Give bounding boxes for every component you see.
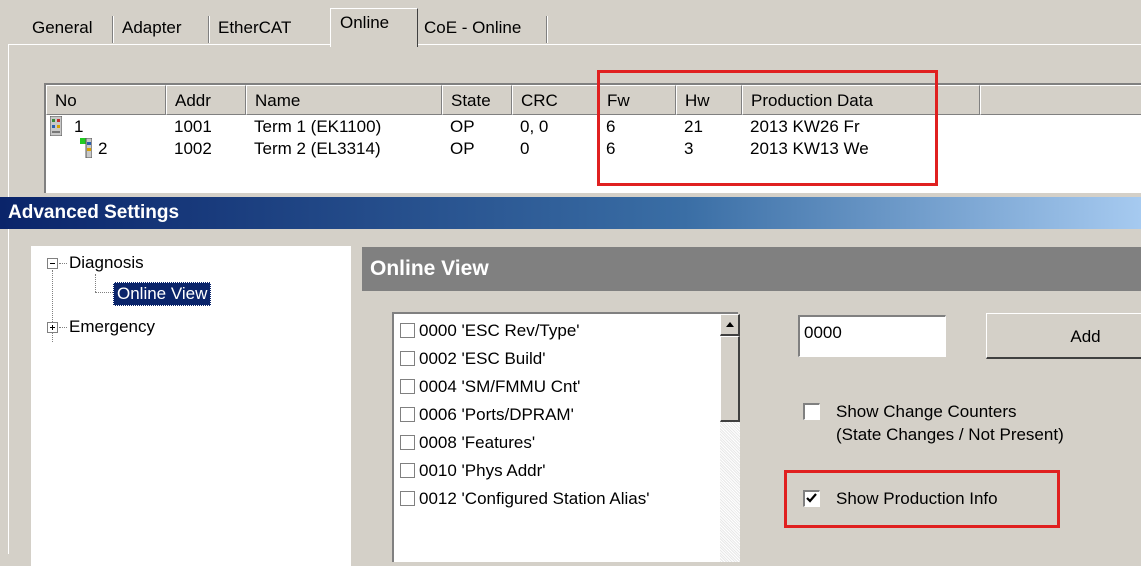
scroll-up-button[interactable] — [720, 314, 740, 336]
add-button[interactable]: Add — [986, 313, 1141, 359]
row-crc[interactable]: 0, 0 — [520, 116, 548, 138]
list-item[interactable]: 0012 'Configured Station Alias' — [400, 485, 649, 513]
coupler-icon — [49, 115, 66, 138]
highlight-production-columns — [597, 70, 938, 186]
show-change-counters-label: Show Change Counters (State Changes / No… — [836, 400, 1064, 446]
add-button-label: Add — [1070, 327, 1101, 346]
address-input[interactable]: 0000 — [798, 315, 946, 357]
row-name[interactable]: Term 2 (EL3314) — [254, 138, 381, 160]
tree-connector — [59, 263, 67, 264]
column-header-empty[interactable] — [980, 85, 1141, 115]
terminal-icon — [80, 137, 96, 160]
row-addr[interactable]: 1001 — [174, 116, 212, 138]
register-checkbox[interactable] — [400, 491, 415, 506]
register-list[interactable]: 0000 'ESC Rev/Type' 0002 'ESC Build' 000… — [392, 312, 740, 562]
register-checkbox[interactable] — [400, 323, 415, 338]
list-item[interactable]: 0010 'Phys Addr' — [400, 457, 546, 485]
column-header-name[interactable]: Name — [246, 85, 442, 115]
show-change-counters-line2: (State Changes / Not Present) — [836, 425, 1064, 444]
scroll-up-icon — [725, 322, 734, 327]
tree-item-emergency[interactable]: Emergency — [69, 316, 155, 338]
register-label: 0002 'ESC Build' — [419, 349, 546, 368]
row-crc[interactable]: 0 — [520, 138, 529, 160]
tree-connector — [59, 327, 67, 328]
register-label: 0008 'Features' — [419, 433, 536, 452]
register-label: 0006 'Ports/DPRAM' — [419, 405, 574, 424]
column-header-no[interactable]: No — [46, 85, 166, 115]
highlight-production-info — [784, 470, 1060, 528]
tree-connector — [95, 274, 96, 292]
register-checkbox[interactable] — [400, 351, 415, 366]
list-item[interactable]: 0008 'Features' — [400, 429, 535, 457]
tree-connector — [95, 292, 113, 293]
register-label: 0004 'SM/FMMU Cnt' — [419, 377, 581, 396]
list-item[interactable]: 0000 'ESC Rev/Type' — [400, 317, 580, 345]
row-no[interactable]: 2 — [98, 138, 107, 160]
column-header-addr[interactable]: Addr — [166, 85, 246, 115]
register-label: 0010 'Phys Addr' — [419, 461, 546, 480]
register-checkbox[interactable] — [400, 463, 415, 478]
tab-ethercat[interactable]: EtherCAT — [214, 13, 295, 43]
show-change-counters-checkbox[interactable] — [803, 403, 820, 420]
register-checkbox[interactable] — [400, 379, 415, 394]
scroll-thumb[interactable] — [720, 336, 740, 422]
list-item[interactable]: 0006 'Ports/DPRAM' — [400, 401, 574, 429]
vertical-scrollbar[interactable] — [720, 314, 740, 562]
row-state[interactable]: OP — [450, 116, 475, 138]
row-name[interactable]: Term 1 (EK1100) — [254, 116, 381, 138]
register-label: 0012 'Configured Station Alias' — [419, 489, 650, 508]
register-checkbox[interactable] — [400, 435, 415, 450]
register-label: 0000 'ESC Rev/Type' — [419, 321, 580, 340]
show-change-counters-line1: Show Change Counters — [836, 402, 1017, 421]
tab-separator — [208, 16, 210, 43]
collapse-icon[interactable] — [47, 258, 58, 269]
list-item[interactable]: 0004 'SM/FMMU Cnt' — [400, 373, 580, 401]
section-header: Online View — [362, 247, 1141, 291]
row-no[interactable]: 1 — [74, 116, 83, 138]
device-list[interactable]: No Addr Name State CRC Fw Hw Production … — [44, 83, 1141, 193]
tree-item-online-view[interactable]: Online View — [113, 282, 212, 306]
column-header-crc[interactable]: CRC — [512, 85, 598, 115]
settings-tree[interactable]: Diagnosis Online View Emergency — [31, 246, 351, 566]
tab-online[interactable]: Online — [336, 8, 393, 38]
column-header-state[interactable]: State — [442, 85, 512, 115]
tree-item-diagnosis[interactable]: Diagnosis — [69, 252, 144, 274]
row-state[interactable]: OP — [450, 138, 475, 160]
expand-icon[interactable] — [47, 322, 58, 333]
tab-general[interactable]: General — [28, 13, 96, 43]
advanced-settings-titlebar: Advanced Settings — [0, 197, 1141, 229]
tab-coe-online[interactable]: CoE - Online — [420, 13, 525, 43]
list-item[interactable]: 0002 'ESC Build' — [400, 345, 546, 373]
tab-separator — [112, 16, 114, 43]
tab-separator — [546, 16, 548, 43]
register-checkbox[interactable] — [400, 407, 415, 422]
row-addr[interactable]: 1002 — [174, 138, 212, 160]
tab-adapter[interactable]: Adapter — [118, 13, 186, 43]
